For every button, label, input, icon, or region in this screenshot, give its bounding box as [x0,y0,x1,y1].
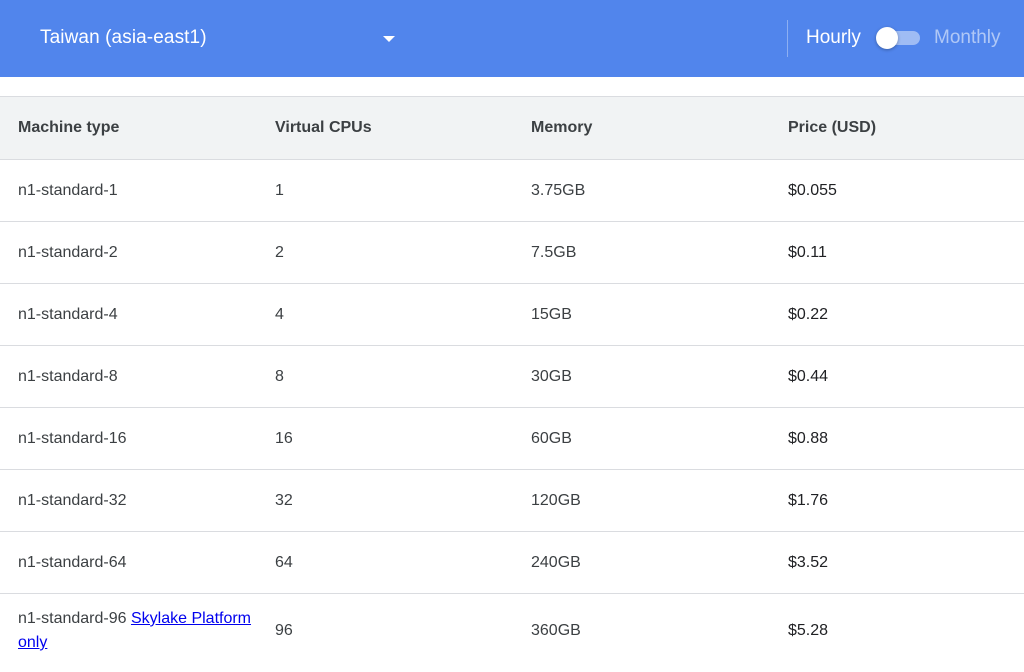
pricing-table: Machine type Virtual CPUs Memory Price (… [0,96,1024,668]
memory-cell: 7.5GB [531,243,577,261]
machine-type-text: n1-standard-96 Skylake Platform only [18,607,258,655]
table-row: n1-standard-2 2 7.5GB $0.11 [0,222,1024,284]
table-row: n1-standard-64 64 240GB $3.52 [0,532,1024,594]
divider [787,20,788,57]
memory-cell: 15GB [531,305,572,323]
table-row: n1-standard-16 16 60GB $0.88 [0,408,1024,470]
price-cell: $5.28 [788,622,829,639]
price-cell: $0.11 [788,243,827,261]
column-header-memory: Memory [531,119,593,136]
memory-cell: 120GB [531,491,581,509]
vcpus-cell: 8 [275,367,284,385]
price-cell: $3.52 [788,553,829,571]
machine-type-cell: n1-standard-4 [18,305,118,323]
price-cell: $0.88 [788,429,829,447]
machine-type-cell: n1-standard-64 [18,553,127,571]
price-cell: $0.44 [788,367,829,385]
column-header-machine-type: Machine type [18,119,120,136]
billing-period-toggle[interactable] [876,27,920,49]
machine-type-cell: n1-standard-16 [18,429,127,447]
vcpus-cell: 16 [275,429,293,447]
table-row: n1-standard-4 4 15GB $0.22 [0,284,1024,346]
table-row: n1-standard-1 1 3.75GB $0.055 [0,160,1024,222]
machine-type-name: n1-standard-96 [18,610,127,627]
vcpus-cell: 1 [275,181,284,199]
machine-type-cell: n1-standard-8 [18,367,118,385]
table-row: n1-standard-96 Skylake Platform only 96 … [0,594,1024,668]
dropdown-arrow-icon [383,36,395,42]
region-label: Taiwan (asia-east1) [40,27,207,48]
memory-cell: 240GB [531,553,581,571]
price-cell: $0.22 [788,305,829,323]
toggle-thumb [876,27,898,49]
monthly-label[interactable]: Monthly [934,27,1001,49]
price-cell: $0.055 [788,181,837,199]
column-header-price: Price (USD) [788,119,877,136]
machine-type-cell: n1-standard-32 [18,491,127,509]
vcpus-cell: 64 [275,553,293,571]
vcpus-cell: 32 [275,491,293,509]
machine-type-cell: n1-standard-2 [18,243,118,261]
table-row: n1-standard-32 32 120GB $1.76 [0,470,1024,532]
price-cell: $1.76 [788,491,829,509]
region-dropdown[interactable]: Taiwan (asia-east1) [0,0,420,77]
machine-type-cell: n1-standard-1 [18,181,118,199]
memory-cell: 30GB [531,367,572,385]
hourly-label[interactable]: Hourly [806,27,861,49]
top-bar: Taiwan (asia-east1) Hourly Monthly [0,0,1024,77]
vcpus-cell: 96 [275,622,293,639]
machine-type-cell: n1-standard-96 Skylake Platform only [18,594,258,668]
table-header-row: Machine type Virtual CPUs Memory Price (… [0,97,1024,160]
vcpus-cell: 2 [275,243,284,261]
memory-cell: 3.75GB [531,181,586,199]
vcpus-cell: 4 [275,305,284,323]
memory-cell: 60GB [531,429,572,447]
table-row: n1-standard-8 8 30GB $0.44 [0,346,1024,408]
memory-cell: 360GB [531,622,581,639]
column-header-virtual-cpus: Virtual CPUs [275,119,372,136]
